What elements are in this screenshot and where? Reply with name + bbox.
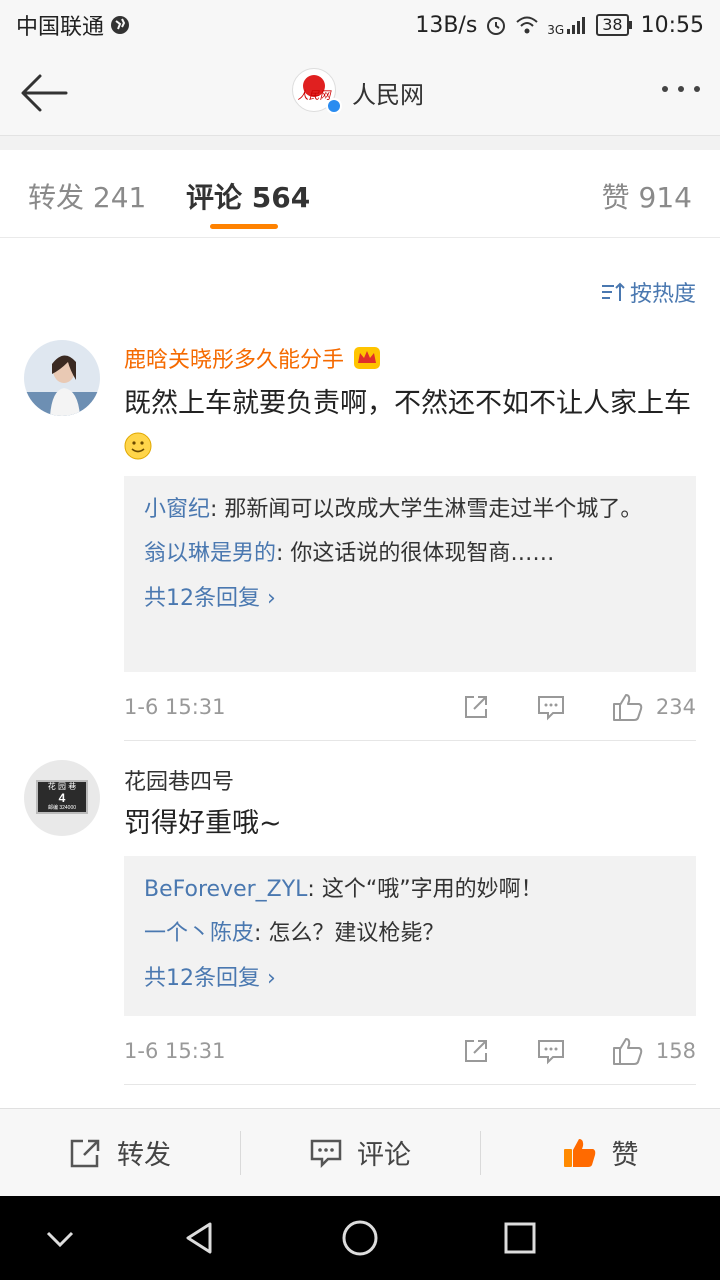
verified-badge-icon <box>326 98 342 114</box>
reply-author[interactable]: 一个丶陈皮 <box>144 921 254 946</box>
comment-time: 1-6 15:31 <box>124 695 226 719</box>
repost-label: 转发 <box>117 1140 171 1171</box>
vip-crown-icon <box>354 347 381 369</box>
reply-preview[interactable]: BeForever_ZYL: 这个“哦”字用的妙啊！ 一个丶陈皮: 怎么？建议枪… <box>124 856 696 1016</box>
share-icon[interactable] <box>462 693 490 721</box>
commenter-name[interactable]: 鹿晗关晓彤多久能分手 <box>124 342 382 374</box>
tab-likes[interactable]: 赞 914 <box>602 176 692 216</box>
like-post-button[interactable]: 赞 <box>480 1109 720 1196</box>
thumbs-up-icon <box>612 694 643 721</box>
reply-text: : 这个“哦”字用的妙啊！ <box>307 877 543 902</box>
avatar[interactable]: 人民网 <box>292 68 342 116</box>
section-gap <box>0 136 720 150</box>
account-header[interactable]: 人民网 人民网 <box>292 68 424 116</box>
like-label: 赞 <box>611 1140 639 1171</box>
back-triangle-icon[interactable] <box>178 1216 222 1260</box>
comment-icon <box>310 1139 342 1168</box>
reply-author[interactable]: 翁以琳是男的 <box>144 541 276 566</box>
thumbs-up-icon <box>612 1038 643 1065</box>
reply-item: 小窗纪: 那新闻可以改成大学生淋雪走过半个城了。 <box>144 492 676 528</box>
more-options-button[interactable] <box>662 86 700 92</box>
comment-meta: 1-6 15:31 158 <box>124 1036 696 1066</box>
more-dot-icon <box>662 86 668 92</box>
comment-divider <box>124 740 696 741</box>
reply-author[interactable]: 小窗纪 <box>144 497 210 522</box>
wifi-icon <box>516 16 538 34</box>
comment-divider <box>124 1084 696 1085</box>
network-speed: 13B/s <box>415 12 478 38</box>
like-button[interactable]: 158 <box>612 1036 696 1066</box>
carrier-label: 中国联通 <box>16 15 105 40</box>
sort-icon <box>601 282 625 301</box>
repost-button[interactable]: 转发 <box>0 1109 240 1196</box>
page-title: 人民网 <box>352 80 424 109</box>
recents-square-icon[interactable] <box>498 1216 542 1260</box>
reply-item: 一个丶陈皮: 怎么？建议枪毙？ <box>144 916 676 952</box>
back-button[interactable] <box>18 70 70 116</box>
commenter-name-text: 鹿晗关晓彤多久能分手 <box>124 348 345 373</box>
plate-code-text: 邮编 324000 <box>47 805 77 811</box>
avatar-photo <box>24 340 100 416</box>
reply-text: : 怎么？建议枪毙？ <box>254 921 445 946</box>
battery-indicator: 38 <box>596 14 632 36</box>
smile-emoji-icon <box>124 432 152 460</box>
reply-preview[interactable]: 小窗纪: 那新闻可以改成大学生淋雪走过半个城了。 翁以琳是男的: 你这话说的很体… <box>124 476 696 672</box>
alarm-icon <box>487 17 506 35</box>
nav-bar: 人民网 人民网 <box>0 50 720 136</box>
sort-label: 按热度 <box>629 282 696 307</box>
like-count: 234 <box>655 695 696 719</box>
repost-icon <box>70 1139 100 1167</box>
globe-icon <box>111 16 130 34</box>
reply-item: 翁以琳是男的: 你这话说的很体现智商…… <box>144 536 676 572</box>
tab-comments[interactable]: 评论 564 <box>186 176 310 216</box>
share-icon[interactable] <box>462 1037 490 1065</box>
comment-label: 评论 <box>357 1140 411 1171</box>
reply-text: : 那新闻可以改成大学生淋雪走过半个城了。 <box>210 497 643 522</box>
reply-text: : 你这话说的很体现智商…… <box>276 541 555 566</box>
thumbs-up-filled-icon <box>563 1138 595 1167</box>
reply-item: BeForever_ZYL: 这个“哦”字用的妙啊！ <box>144 872 676 908</box>
more-dot-icon <box>694 86 700 92</box>
house-number-plate: 花 园 巷 4 邮编 324000 <box>36 780 88 814</box>
reply-comment-icon[interactable] <box>536 693 566 721</box>
view-all-replies-link[interactable]: 共12条回复 › <box>144 580 676 612</box>
like-count: 158 <box>655 1039 696 1063</box>
back-arrow-icon <box>21 74 68 112</box>
sort-by-hot-button[interactable]: 按热度 <box>600 276 696 308</box>
comment-time: 1-6 15:31 <box>124 1039 226 1063</box>
more-dot-icon <box>678 86 684 92</box>
active-tab-indicator <box>210 224 278 229</box>
signal-icon <box>567 17 586 34</box>
bottom-action-bar: 转发 评论 赞 <box>0 1108 720 1196</box>
commenter-avatar[interactable]: 花 园 巷 4 邮编 324000 <box>24 760 100 836</box>
system-navigation-bar <box>0 1196 720 1280</box>
like-button[interactable]: 234 <box>612 692 696 722</box>
comment-text: 既然上车就要负责啊，不然还不如不让人家上车 <box>124 382 704 470</box>
comment-text: 罚得好重哦~ <box>124 808 282 839</box>
clock: 10:55 <box>640 12 704 38</box>
home-circle-icon[interactable] <box>338 1216 382 1260</box>
comment-button[interactable]: 评论 <box>240 1109 480 1196</box>
tab-repost[interactable]: 转发 241 <box>28 176 146 216</box>
plate-number-text: 4 <box>58 791 66 805</box>
reply-author[interactable]: BeForever_ZYL <box>144 877 307 902</box>
signal-type: 3G <box>547 22 565 37</box>
commenter-avatar[interactable] <box>24 340 100 416</box>
tab-bar: 转发 241 评论 564 赞 914 <box>0 150 720 238</box>
chevron-down-icon[interactable] <box>38 1216 82 1260</box>
reply-comment-icon[interactable] <box>536 1037 566 1065</box>
commenter-name[interactable]: 花园巷四号 <box>124 764 234 796</box>
comment-meta: 1-6 15:31 234 <box>124 692 696 722</box>
view-all-replies-link[interactable]: 共12条回复 › <box>144 960 676 992</box>
comment-body: 既然上车就要负责啊，不然还不如不让人家上车 <box>124 388 691 419</box>
logo-text: 人民网 <box>297 89 331 102</box>
status-bar: 中国联通 13B/s 3G 38 10:55 <box>0 0 720 50</box>
